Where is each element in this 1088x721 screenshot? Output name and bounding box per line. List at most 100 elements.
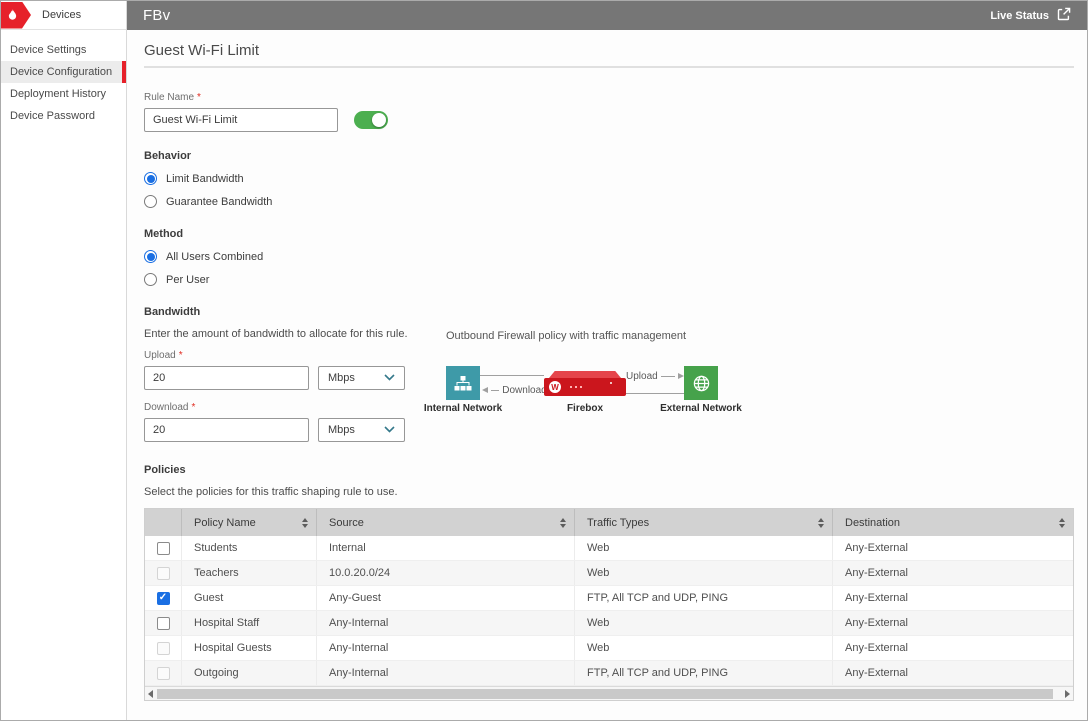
cell-traffic-types: Web — [575, 536, 833, 560]
cell-checkbox — [145, 611, 182, 635]
policy-checkbox[interactable] — [157, 617, 170, 630]
column-label: Source — [329, 517, 364, 529]
external-link-icon — [1057, 7, 1071, 24]
device-title: FBv — [143, 7, 170, 24]
scroll-left-icon[interactable] — [148, 690, 153, 698]
sidebar-item-device-configuration[interactable]: Device Configuration — [1, 61, 126, 83]
column-label: Policy Name — [194, 517, 256, 529]
radio-label: Guarantee Bandwidth — [166, 196, 272, 208]
radio-button[interactable] — [144, 273, 157, 286]
cell-destination: Any-External — [833, 611, 1073, 635]
column-header-policy-name[interactable]: Policy Name — [182, 509, 317, 536]
horizontal-scrollbar[interactable] — [145, 686, 1073, 700]
radio-button[interactable] — [144, 250, 157, 263]
rule-name-label-text: Rule Name — [144, 92, 194, 103]
method-option-per-user[interactable]: Per User — [144, 273, 1072, 286]
sidebar-nav: Device SettingsDevice ConfigurationDeplo… — [1, 30, 126, 127]
upload-unit-select[interactable]: Mbps — [318, 366, 405, 390]
chevron-down-icon — [384, 424, 395, 436]
cell-traffic-types: FTP, All TCP and UDP, PING — [575, 661, 833, 685]
live-status-label: Live Status — [990, 10, 1049, 22]
column-label: Traffic Types — [587, 517, 649, 529]
cell-destination: Any-External — [833, 536, 1073, 560]
cell-traffic-types: Web — [575, 611, 833, 635]
sidebar-item-deployment-history[interactable]: Deployment History — [1, 83, 126, 105]
upload-unit-value: Mbps — [328, 372, 355, 384]
method-radio-group: All Users Combined Per User — [144, 250, 1072, 286]
cell-policy-name: Students — [182, 536, 317, 560]
column-header-traffic-types[interactable]: Traffic Types — [575, 509, 833, 536]
rule-name-label: Rule Name* — [144, 92, 1072, 103]
rule-name-input[interactable] — [144, 108, 338, 132]
radio-button[interactable] — [144, 172, 157, 185]
cell-destination: Any-External — [833, 661, 1073, 685]
table-header-row: Policy Name Source Traffic Types Destina… — [145, 509, 1073, 536]
chevron-down-icon — [384, 372, 395, 384]
rule-name-field: Rule Name* — [144, 92, 1072, 132]
behavior-radio-group: Limit Bandwidth Guarantee Bandwidth — [144, 172, 1072, 208]
cell-policy-name: Outgoing — [182, 661, 317, 685]
policy-row-outgoing: OutgoingAny-InternalFTP, All TCP and UDP… — [145, 661, 1073, 686]
title-divider — [144, 66, 1074, 68]
radio-button[interactable] — [144, 195, 157, 208]
cell-checkbox — [145, 586, 182, 610]
policies-description: Select the policies for this traffic sha… — [144, 486, 1072, 498]
diagram-line — [626, 393, 684, 394]
radio-label: Per User — [166, 274, 209, 286]
scroll-right-icon[interactable] — [1065, 690, 1070, 698]
method-option-all-users-combined[interactable]: All Users Combined — [144, 250, 1072, 263]
upload-arrow: Upload — [626, 370, 684, 382]
cell-source: Any-Internal — [317, 661, 575, 685]
top-header: FBv Live Status — [127, 1, 1087, 30]
policy-checkbox[interactable] — [157, 542, 170, 555]
sort-icon[interactable] — [818, 518, 824, 528]
policy-row-hospital-guests: Hospital GuestsAny-InternalWebAny-Extern… — [145, 636, 1073, 661]
download-value-input[interactable] — [144, 418, 309, 442]
firebox-logo: W — [549, 381, 561, 393]
required-asterisk: * — [197, 92, 201, 103]
policies-table: Policy Name Source Traffic Types Destina… — [144, 508, 1074, 701]
diagram-line — [480, 375, 544, 376]
download-unit-select[interactable]: Mbps — [318, 418, 405, 442]
behavior-option-guarantee-bandwidth[interactable]: Guarantee Bandwidth — [144, 195, 1072, 208]
column-label: Destination — [845, 517, 900, 529]
scrollbar-thumb[interactable] — [157, 689, 1053, 699]
watchguard-flame-icon — [1, 2, 31, 29]
upload-label-text: Upload — [144, 350, 176, 361]
sort-icon[interactable] — [302, 518, 308, 528]
policies-heading: Policies — [144, 464, 1072, 476]
required-asterisk: * — [191, 402, 195, 413]
method-heading: Method — [144, 228, 1072, 240]
policy-row-students: StudentsInternalWebAny-External — [145, 536, 1073, 561]
bandwidth-heading: Bandwidth — [144, 306, 1072, 318]
live-status-link[interactable]: Live Status — [990, 7, 1071, 24]
column-header-destination[interactable]: Destination — [833, 509, 1073, 536]
sidebar-brand[interactable]: Devices — [1, 1, 126, 30]
cell-policy-name: Hospital Guests — [182, 636, 317, 660]
behavior-option-limit-bandwidth[interactable]: Limit Bandwidth — [144, 172, 1072, 185]
policy-checkbox[interactable] — [157, 592, 170, 605]
rule-enabled-toggle[interactable] — [354, 111, 388, 129]
upload-value-input[interactable] — [144, 366, 309, 390]
upload-arrow-label: Upload — [626, 371, 658, 382]
column-header-source[interactable]: Source — [317, 509, 575, 536]
cell-policy-name: Teachers — [182, 561, 317, 585]
sidebar: Devices Device SettingsDevice Configurat… — [1, 1, 127, 720]
traffic-diagram: Outbound Firewall policy with traffic ma… — [446, 330, 748, 430]
cell-source: Any-Internal — [317, 611, 575, 635]
cell-policy-name: Guest — [182, 586, 317, 610]
download-unit-value: Mbps — [328, 424, 355, 436]
radio-label: Limit Bandwidth — [166, 173, 244, 185]
policy-checkbox — [157, 667, 170, 680]
firebox-appliance-icon: W — [544, 371, 626, 397]
cell-source: 10.0.20.0/24 — [317, 561, 575, 585]
required-asterisk: * — [179, 350, 183, 361]
sort-icon[interactable] — [560, 518, 566, 528]
table-body: StudentsInternalWebAny-ExternalTeachers1… — [145, 536, 1073, 686]
sort-icon[interactable] — [1059, 518, 1065, 528]
sidebar-item-device-settings[interactable]: Device Settings — [1, 39, 126, 61]
main-content: Guest Wi-Fi Limit Rule Name* Behavior Li… — [127, 30, 1087, 720]
cell-traffic-types: FTP, All TCP and UDP, PING — [575, 586, 833, 610]
cell-destination: Any-External — [833, 636, 1073, 660]
sidebar-item-device-password[interactable]: Device Password — [1, 105, 126, 127]
